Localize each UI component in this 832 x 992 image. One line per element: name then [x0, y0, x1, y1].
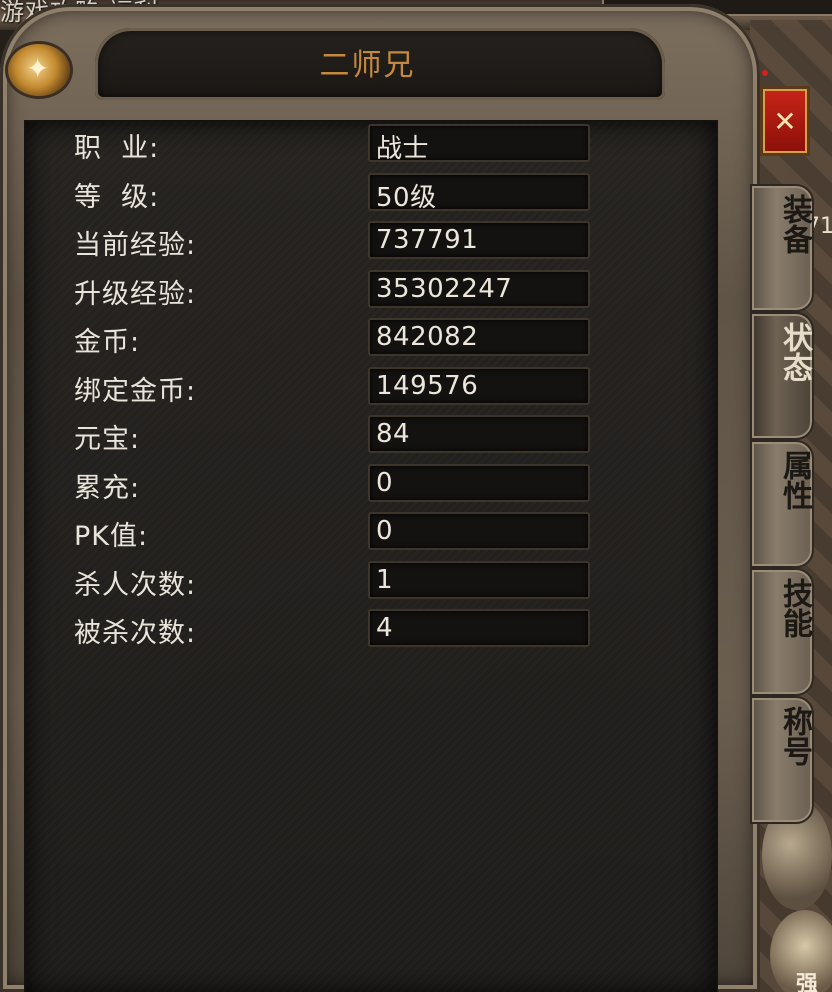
stat-value: 0 [376, 468, 394, 498]
tab-titles[interactable]: 称号 [750, 696, 814, 824]
tab-label: 装备 [777, 194, 812, 254]
stat-row-bound-gold: 绑定金币: 149576 [24, 365, 718, 407]
stat-value-box: 4 [368, 609, 590, 647]
stat-value: 0 [376, 516, 394, 546]
tab-label: 技能 [777, 578, 812, 638]
stat-value: 149576 [376, 371, 479, 401]
stat-value-box: 84 [368, 415, 590, 453]
stat-value-box: 0 [368, 464, 590, 502]
stat-value-box: 1 [368, 561, 590, 599]
stat-label: 绑定金币: [74, 376, 197, 407]
stat-value: 4 [376, 613, 394, 643]
strengthen-button-label: 强 [796, 972, 819, 992]
stat-value-box: 842082 [368, 318, 590, 356]
stat-value: 50级 [376, 183, 437, 213]
tab-attributes[interactable]: 属性 [750, 440, 814, 568]
stat-row-current-exp: 当前经验: 737791 [24, 219, 718, 261]
tab-equipment[interactable]: 装备 [750, 184, 814, 312]
stat-value-box: 737791 [368, 221, 590, 259]
stat-label: 等 级: [74, 182, 160, 213]
tab-status[interactable]: 状态 [750, 312, 814, 440]
stat-label: 累充: [74, 473, 141, 504]
game-screen: 游戏攻略 福利 71 强 二师兄 职 业: 战士 等 级: 50级 [0, 0, 832, 992]
stat-row-levelup-exp: 升级经验: 35302247 [24, 268, 718, 310]
stat-row-level: 等 级: 50级 [24, 171, 718, 213]
stat-value: 战士 [376, 134, 430, 164]
stat-value-box: 0 [368, 512, 590, 550]
stats-content: 职 业: 战士 等 级: 50级 当前经验: 737791 升级经验: 3530… [24, 120, 718, 992]
stat-row-gold: 金币: 842082 [24, 316, 718, 358]
close-button[interactable]: ✕ [760, 86, 810, 156]
stat-row-ingot: 元宝: 84 [24, 413, 718, 455]
stat-value: 1 [376, 565, 394, 595]
close-x-icon: ✕ [773, 104, 797, 138]
stat-value-box: 战士 [368, 124, 590, 164]
tab-skills[interactable]: 技能 [750, 568, 814, 696]
stat-value: 35302247 [376, 274, 513, 304]
tab-label: 状态 [777, 322, 812, 382]
stat-label: 当前经验: [74, 230, 197, 261]
tab-label: 称号 [777, 706, 812, 766]
stat-value-box: 149576 [368, 367, 590, 405]
stat-row-class: 职 业: 战士 [24, 122, 718, 164]
stat-row-total-recharge: 累充: 0 [24, 462, 718, 504]
stat-label: 升级经验: [74, 279, 197, 310]
stat-value-box: 35302247 [368, 270, 590, 308]
emblem-icon [8, 44, 70, 96]
stat-label: PK值: [74, 521, 149, 552]
stat-row-pk: PK值: 0 [24, 510, 718, 552]
stat-label: 杀人次数: [74, 570, 197, 601]
stat-value: 84 [376, 419, 411, 449]
stat-row-kills: 杀人次数: 1 [24, 559, 718, 601]
stat-label: 元宝: [74, 424, 141, 455]
stat-value-box: 50级 [368, 173, 590, 213]
stat-label: 金币: [74, 327, 141, 358]
stat-row-deaths: 被杀次数: 4 [24, 607, 718, 649]
stat-value: 842082 [376, 322, 479, 352]
character-panel: 二师兄 职 业: 战士 等 级: 50级 当前经验: 737791 [0, 4, 760, 992]
stat-value: 737791 [376, 225, 479, 255]
panel-title: 二师兄 [319, 48, 416, 83]
stat-label: 职 业: [74, 133, 160, 164]
stat-label: 被杀次数: [74, 618, 197, 649]
tab-label: 属性 [777, 450, 812, 510]
